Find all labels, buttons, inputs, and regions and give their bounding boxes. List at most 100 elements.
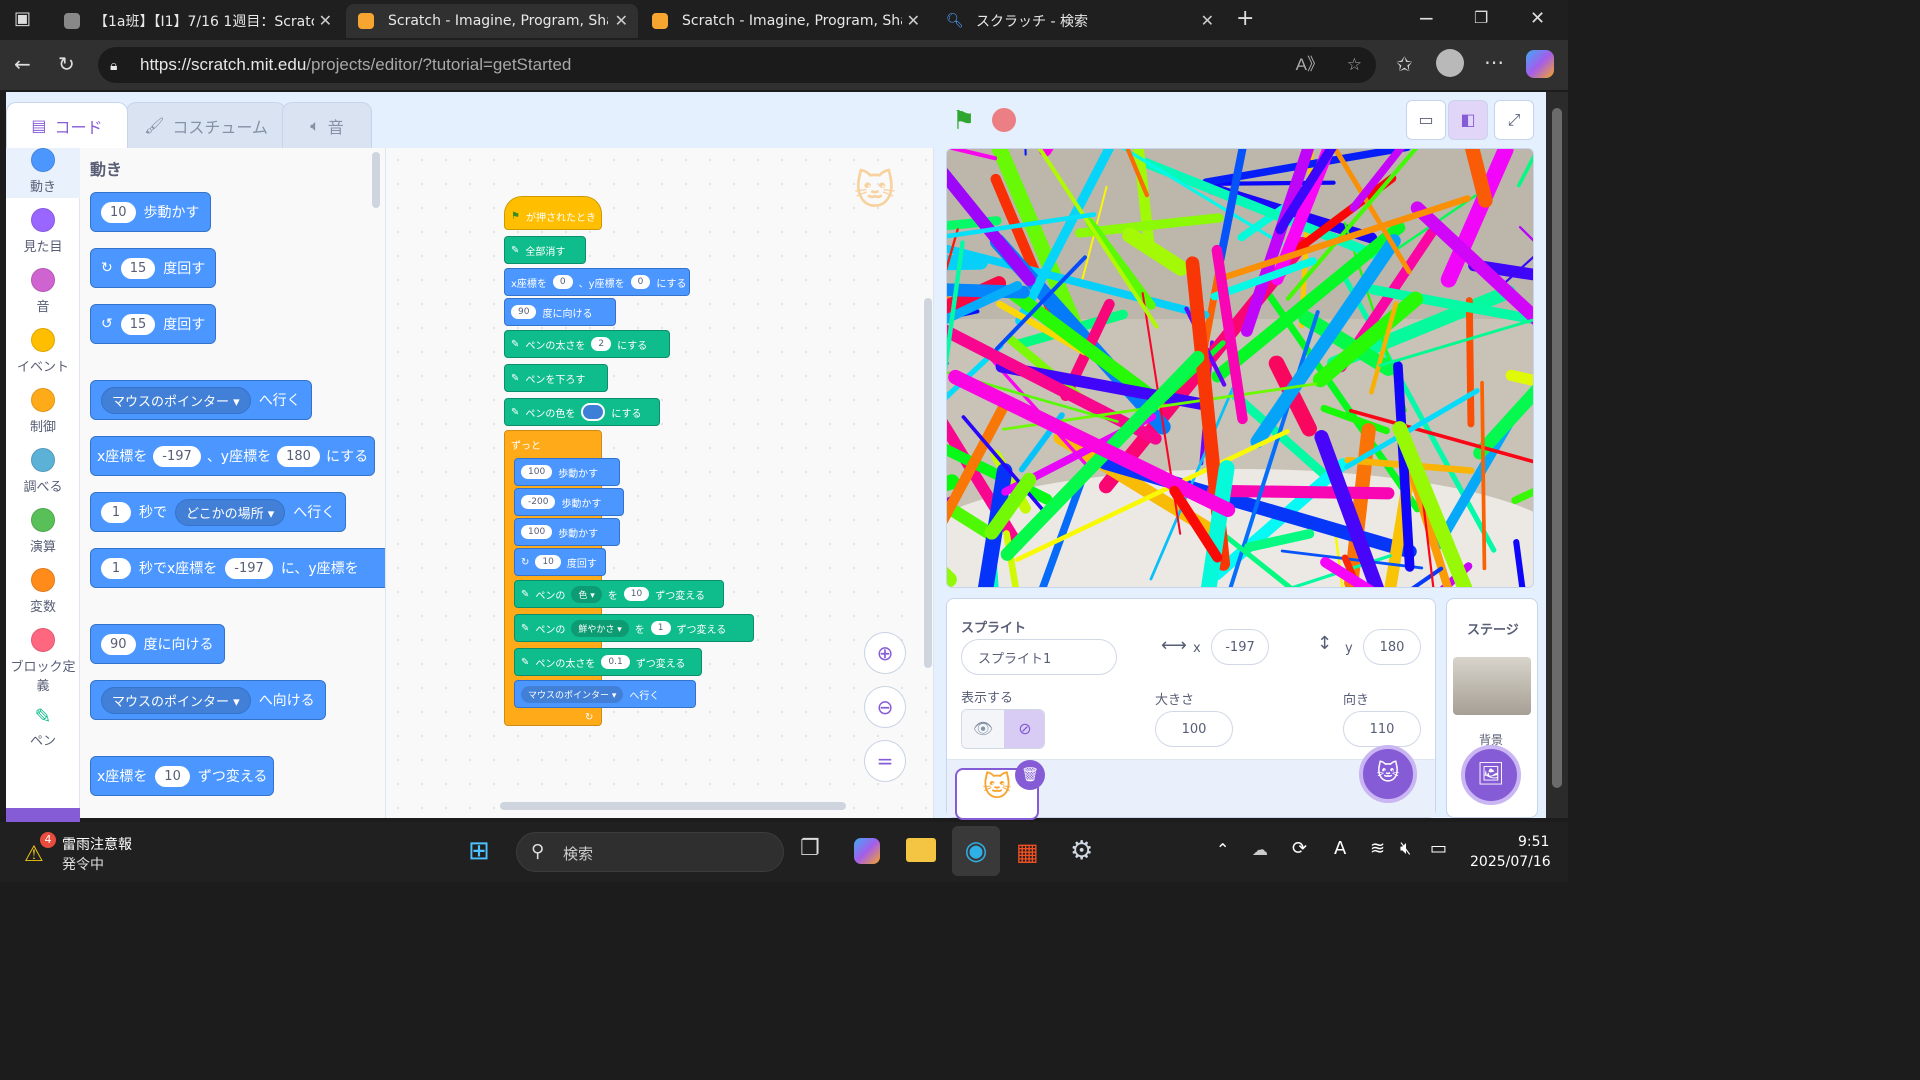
settings-icon[interactable]: ⚙ [1070, 836, 1093, 866]
zoom-out-button[interactable]: ⊖ [864, 686, 906, 728]
dropdown-target[interactable]: どこかの場所 ▾ [175, 498, 286, 526]
block-change-pen-saturation[interactable]: ✎ ペンの 鮮やかさ ▾ を 1 ずつ変える [514, 614, 754, 642]
block-move-steps[interactable]: -200 歩動かす [514, 488, 624, 516]
category-operators[interactable]: 演算 [6, 508, 80, 555]
tab-code[interactable]: ▤ コード [6, 102, 128, 148]
backdrop-thumbnail[interactable] [1453, 657, 1531, 715]
browser-tab-4[interactable]: 🔍︎ スクラッチ - 検索 ✕ [934, 4, 1224, 38]
stage-canvas[interactable] [946, 148, 1534, 588]
favorite-star-icon[interactable]: ☆ [1347, 47, 1362, 83]
input-amount[interactable]: 10 [623, 587, 650, 601]
delete-sprite-button[interactable]: 🗑︎ [1015, 760, 1045, 790]
script-workspace[interactable]: ⚑ が押されたとき ✎ 全部消す x座標を 0 、y座標を 0 にする 90 度に向ける ✎ ペ… [386, 148, 934, 818]
sprite-direction-field[interactable]: 110 [1343, 711, 1421, 747]
clock-date[interactable]: 2025/07/16 [1470, 854, 1551, 870]
category-looks[interactable]: 見た目 [6, 208, 80, 255]
url-field[interactable]: 🔒︎ https://scratch.mit.edu/projects/edit… [98, 47, 1376, 83]
copilot-icon[interactable] [1526, 50, 1554, 78]
task-view-icon[interactable]: ❐ [800, 836, 820, 861]
page-scrollbar[interactable] [1546, 92, 1568, 818]
workspace-h-scrollbar[interactable] [500, 802, 846, 810]
browser-tab-3[interactable]: Scratch - Imagine, Program, Share ✕ [640, 4, 930, 38]
restore-icon[interactable]: ❐ [1474, 8, 1488, 27]
tab-sound[interactable]: 🔈︎ 音 [282, 102, 372, 148]
input-x[interactable]: 0 [552, 275, 573, 289]
block-change-x[interactable]: x座標を 10 ずつ変える [90, 756, 275, 796]
browser-tab-1[interactable]: 【1a班】【I1】7/16 1週目：Scratchで ✕ [52, 4, 342, 38]
tab-close-icon[interactable]: ✕ [1201, 11, 1214, 30]
block-glide-to[interactable]: 1 秒で どこかの場所 ▾ へ行く [90, 492, 347, 532]
input-steps[interactable]: -200 [521, 495, 556, 509]
tab-close-icon[interactable]: ✕ [907, 11, 920, 30]
block-point-direction[interactable]: 90 度に向ける [504, 298, 616, 326]
category-events[interactable]: イベント [6, 328, 80, 375]
zoom-reset-button[interactable]: = [864, 740, 906, 782]
block-go-to[interactable]: マウスのポインター ▾ へ行く [514, 680, 696, 708]
tab-close-icon[interactable]: ✕ [615, 11, 628, 30]
store-icon[interactable]: ▦ [1016, 838, 1039, 866]
category-motion[interactable]: 動き [6, 148, 80, 198]
block-set-pen-size[interactable]: ✎ ペンの太さを 2 にする [504, 330, 670, 358]
weather-widget[interactable]: ⚠ 4 雷雨注意報 発令中 [22, 832, 152, 873]
show-eye-button[interactable]: 👁︎ [962, 710, 1004, 748]
hide-eye-button[interactable]: ⊘ [1004, 710, 1044, 748]
zoom-in-button[interactable]: ⊕ [864, 632, 906, 674]
read-aloud-icon[interactable]: A》 [1296, 47, 1324, 83]
category-control[interactable]: 制御 [6, 388, 80, 435]
input-steps[interactable]: 100 [521, 465, 553, 479]
input-y[interactable]: 180 [277, 445, 320, 467]
dropdown-target[interactable]: マウスのポインター ▾ [101, 686, 251, 714]
input-direction[interactable]: 90 [101, 633, 136, 655]
onedrive-icon[interactable]: ☁ [1252, 840, 1268, 859]
normal-stage-button[interactable]: ◧ [1448, 100, 1488, 140]
block-go-to[interactable]: マウスのポインター ▾ へ行く [90, 380, 312, 420]
new-tab-icon[interactable]: + [1236, 6, 1254, 31]
tab-close-icon[interactable]: ✕ [319, 11, 332, 30]
input-dx[interactable]: 10 [155, 765, 190, 787]
copilot-app-icon[interactable] [854, 838, 880, 864]
sprite-y-field[interactable]: 180 [1363, 629, 1421, 665]
block-move-steps[interactable]: 100 歩動かす [514, 518, 620, 546]
minimize-icon[interactable]: − [1418, 6, 1435, 30]
favorites-icon[interactable]: ✩ [1396, 52, 1413, 76]
dropdown-pen-param[interactable]: 鮮やかさ ▾ [571, 619, 629, 637]
input-x[interactable]: -197 [225, 557, 273, 579]
category-variables[interactable]: 変数 [6, 568, 80, 615]
block-change-pen-size[interactable]: ✎ ペンの太さを 0.1 ずつ変える [514, 648, 702, 676]
input-degrees[interactable]: 15 [120, 257, 156, 279]
block-move-steps[interactable]: 10 歩動かす [90, 192, 211, 232]
block-turn-right[interactable]: ↻ 15 度回す [90, 248, 217, 288]
block-glide-xy[interactable]: 1 秒でx座標を -197 に、y座標を [90, 548, 385, 588]
browser-tab-2[interactable]: Scratch - Imagine, Program, Share ✕ [346, 4, 638, 38]
block-set-pen-color[interactable]: ✎ ペンの色を にする [504, 398, 660, 426]
profile-avatar[interactable] [1436, 49, 1464, 77]
block-pen-down[interactable]: ✎ ペンを下ろす [504, 364, 608, 392]
tab-costume[interactable]: 🖌︎ コスチューム [126, 102, 286, 148]
edge-icon[interactable]: ◉ [952, 826, 1000, 876]
input-degrees[interactable]: 15 [120, 313, 156, 335]
palette-scrollbar[interactable] [372, 152, 380, 208]
chevron-up-icon[interactable]: ⌃ [1216, 840, 1229, 859]
input-x[interactable]: -197 [153, 445, 201, 467]
input-steps[interactable]: 100 [521, 525, 553, 539]
ime-icon[interactable]: A [1334, 838, 1346, 859]
input-amount[interactable]: 0.1 [601, 655, 630, 669]
block-erase-all[interactable]: ✎ 全部消す [504, 236, 586, 264]
block-set-xy[interactable]: x座標を 0 、y座標を 0 にする [504, 268, 690, 296]
category-sensing[interactable]: 調べる [6, 448, 80, 495]
dropdown-pen-param[interactable]: 色 ▾ [571, 585, 602, 603]
file-explorer-icon[interactable] [906, 838, 936, 862]
category-pen[interactable]: ✎ ペン [6, 704, 80, 749]
add-backdrop-button[interactable]: 🖼︎ [1461, 745, 1521, 805]
input-direction[interactable]: 90 [511, 305, 537, 319]
block-turn-left[interactable]: ↺ 15 度回す [90, 304, 217, 344]
wifi-icon[interactable]: ≋ [1370, 838, 1385, 859]
volume-muted-icon[interactable]: 🔇︎ [1400, 838, 1411, 859]
start-icon[interactable]: ⊞ [468, 836, 490, 866]
stop-button[interactable] [992, 108, 1016, 132]
sync-icon[interactable]: ⟳ [1292, 838, 1307, 859]
color-swatch[interactable] [581, 403, 606, 421]
page-scrollbar-thumb[interactable] [1552, 108, 1562, 788]
fullscreen-button[interactable]: ⤢ [1494, 100, 1534, 140]
dropdown-target[interactable]: マウスのポインター ▾ [101, 386, 251, 414]
